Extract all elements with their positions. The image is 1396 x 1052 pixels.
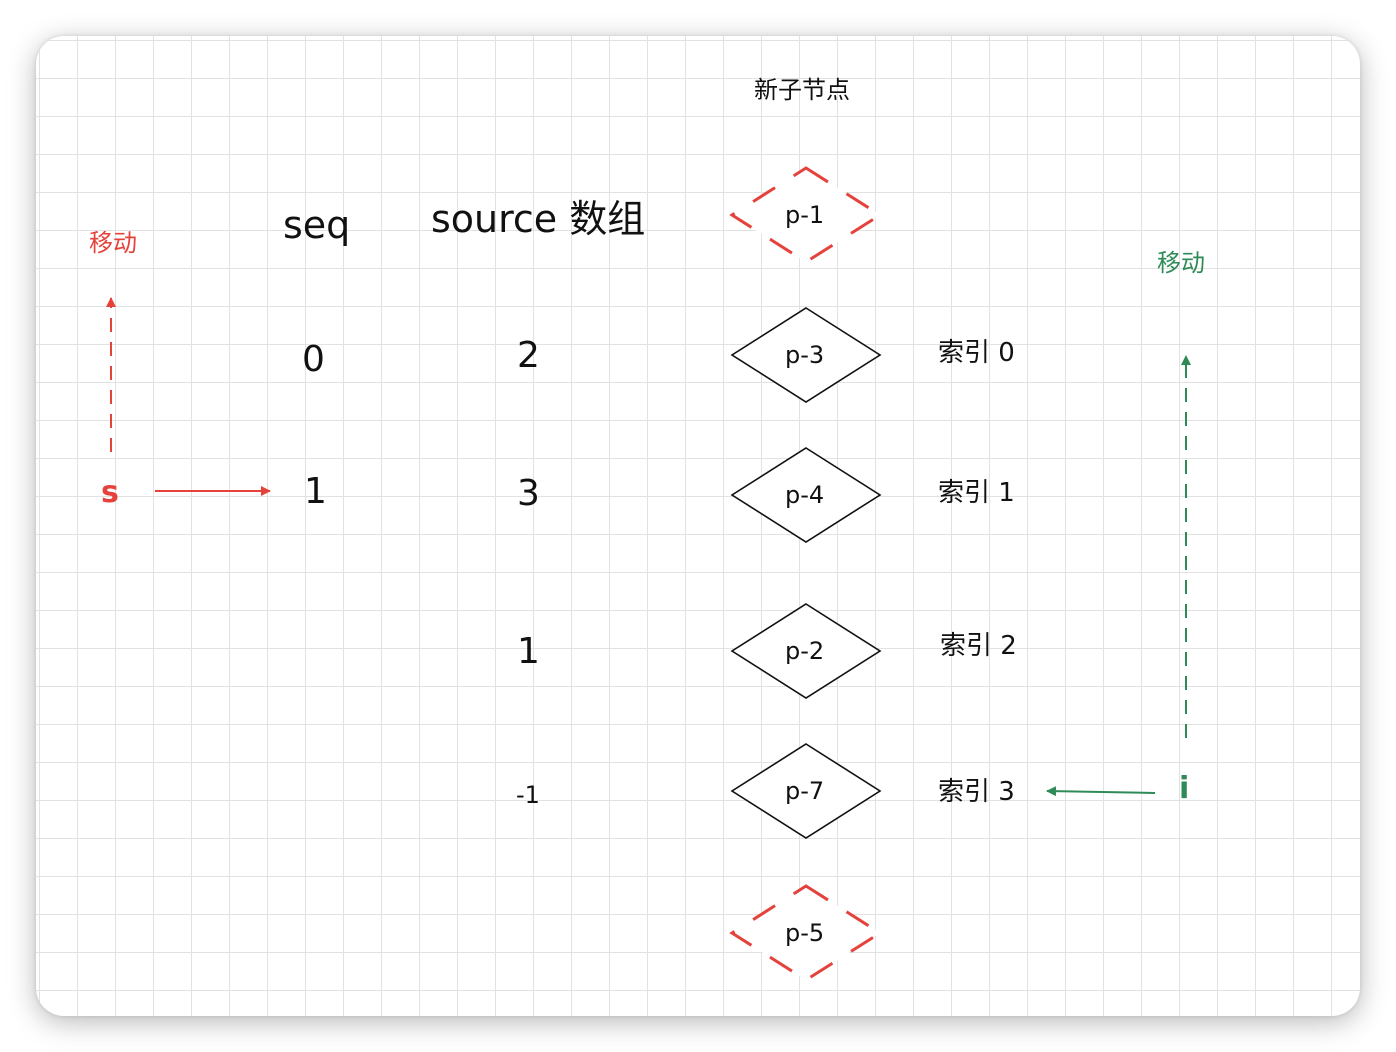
source-value: 2 [517,335,540,376]
node-label: p-3 [785,341,825,369]
node-label: p-1 [785,201,825,229]
index-label: 索引 3 [938,777,1015,807]
i-move-label: 移动 [1157,249,1205,277]
seq-value: 1 [304,471,327,512]
source-value: 3 [517,473,540,514]
index-label: 索引 0 [938,338,1015,368]
s-pointer-label: s [101,475,119,510]
i-pointer-label: i [1179,771,1190,806]
node-label: p-7 [785,777,825,805]
source-value: -1 [516,781,540,809]
s-move-label: 移动 [89,229,137,257]
index-label: 索引 2 [940,631,1017,661]
node-label: p-2 [785,637,825,665]
seq-value: 0 [302,339,325,380]
i-pointer-arrow [1046,786,1156,797]
diagram-shapes [106,166,1191,982]
index-label: 索引 1 [938,478,1015,508]
node-label: p-5 [785,919,825,947]
diagram-title: 新子节点 [754,76,850,104]
node-label: p-4 [785,481,825,509]
seq-header: seq [283,203,351,247]
source-header: source 数组 [431,197,646,241]
source-value: 1 [517,631,540,672]
